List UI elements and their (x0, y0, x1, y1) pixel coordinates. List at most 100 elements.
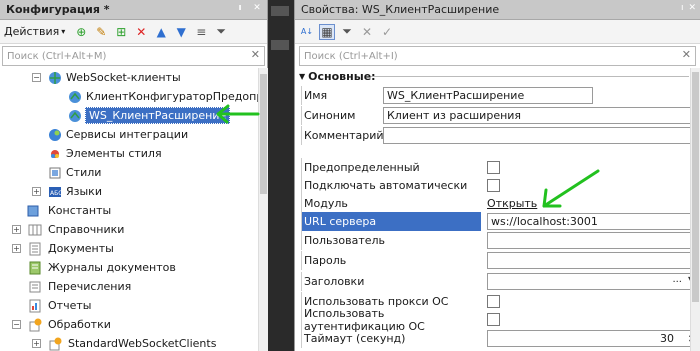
tree-item-document-journals[interactable]: Журналы документов (0, 258, 258, 277)
dataprocessors-icon (28, 318, 42, 332)
background-strip (268, 0, 294, 351)
move-down-icon[interactable]: ▼ (173, 24, 189, 40)
use-os-proxy-checkbox[interactable] (487, 295, 500, 308)
actions-label: Действия (4, 25, 60, 38)
name-field[interactable]: WS_КлиентРасширение (383, 87, 593, 104)
property-use-os-auth: Использовать аутентификацию ОС (301, 307, 697, 333)
move-up-icon[interactable]: ▲ (153, 24, 169, 40)
tree-item-enumerations[interactable]: Перечисления (0, 277, 258, 296)
websocket-client-icon (68, 90, 82, 104)
close-icon[interactable]: ✕ (688, 3, 696, 13)
dataprocessor-item-icon (48, 337, 62, 351)
search-placeholder: Поиск (Ctrl+Alt+M) (7, 50, 107, 62)
close-icon[interactable]: ✕ (251, 3, 263, 13)
documents-icon (28, 242, 42, 256)
predefined-checkbox[interactable] (487, 161, 500, 174)
expand-icon[interactable]: + (12, 244, 21, 253)
user-field[interactable] (487, 232, 697, 249)
add-icon[interactable]: ⊕ (73, 24, 89, 40)
tree-item-catalogs[interactable]: + Справочники (0, 220, 258, 239)
property-label: Пароль (301, 251, 481, 270)
use-os-auth-checkbox[interactable] (487, 313, 500, 326)
tree-item-label: Языки (66, 185, 102, 198)
sort-alphabetically-icon[interactable]: A↓ (299, 24, 315, 40)
copy-icon[interactable]: ⊞ (113, 24, 129, 40)
headers-field[interactable]: ... ▾ (487, 273, 697, 290)
tree-item-label: Сервисы интеграции (66, 128, 189, 141)
expand-icon[interactable]: + (32, 187, 41, 196)
properties-scrollbar[interactable] (690, 68, 700, 351)
section-collapse-icon[interactable]: ▼ (299, 72, 305, 81)
delete-icon[interactable]: ✕ (133, 24, 149, 40)
properties-toolbar: A↓ ▦ ⏷ ✕ ✓ (295, 20, 700, 44)
filter-icon[interactable]: ⏷ (213, 24, 229, 40)
configuration-tree: − WebSocket-клиенты КлиентКонфигураторПр… (0, 68, 258, 351)
actions-menu-button[interactable]: Действия ▾ (4, 25, 65, 38)
dropdown-arrow-icon: ▾ (61, 27, 66, 36)
headers-select-button[interactable]: ... (672, 274, 682, 285)
journals-icon (28, 261, 42, 275)
configuration-panel: Конфигурация * ı ✕ Действия ▾ ⊕ ✎ ⊞ ✕ ▲ … (0, 0, 268, 351)
synonym-value: Клиент из расширения (387, 109, 522, 122)
clear-search-icon[interactable]: ✕ (682, 48, 691, 61)
tree-item-label: StandardWebSocketClients (68, 337, 217, 350)
pin-icon[interactable]: ı (681, 3, 684, 13)
tree-item-label: Перечисления (48, 280, 132, 293)
configuration-title-bar: Конфигурация * ı ✕ (0, 0, 267, 20)
reports-icon (28, 299, 42, 313)
tree-item-ws-client-extension[interactable]: WS_КлиентРасширение (0, 106, 258, 125)
tree-item-integration-services[interactable]: Сервисы интеграции (0, 125, 258, 144)
collapse-icon[interactable]: − (32, 73, 41, 82)
configuration-title: Конфигурация * (6, 3, 110, 16)
comment-field[interactable] (383, 127, 695, 144)
password-field[interactable] (487, 252, 697, 269)
configuration-search-input[interactable]: Поиск (Ctrl+Alt+M) ✕ (2, 46, 265, 66)
expand-icon[interactable]: + (12, 225, 21, 234)
autoconnect-checkbox[interactable] (487, 179, 500, 192)
clear-search-icon[interactable]: ✕ (251, 48, 260, 61)
tree-item-documents[interactable]: + Документы (0, 239, 258, 258)
tree-item-styles[interactable]: Стили (0, 163, 258, 182)
open-module-link[interactable]: Открыть (487, 194, 537, 213)
property-label: Пользователь (301, 231, 481, 250)
tree-item-websocket-clients[interactable]: − WebSocket-клиенты (0, 68, 258, 87)
properties-search-input[interactable]: Поиск (Ctrl+Alt+I) ✕ (299, 46, 696, 66)
property-server-url: URL сервера ws://localhost:3001 (301, 212, 697, 231)
search-placeholder: Поиск (Ctrl+Alt+I) (304, 50, 398, 62)
property-name: Имя WS_КлиентРасширение (301, 86, 697, 105)
sort-icon[interactable]: ≡ (193, 24, 209, 40)
tree-item-constants[interactable]: Константы (0, 201, 258, 220)
collapse-icon[interactable]: − (12, 320, 21, 329)
edit-icon[interactable]: ✎ (93, 24, 109, 40)
tree-item-data-processors[interactable]: − Обработки (0, 315, 258, 334)
clear-icon[interactable]: ✕ (359, 24, 375, 40)
expand-icon[interactable]: + (32, 339, 41, 348)
pin-icon[interactable]: ı (234, 3, 246, 13)
tree-item-languages[interactable]: + АБС Языки (0, 182, 258, 201)
svg-text:АБС: АБС (50, 190, 62, 197)
property-user: Пользователь (301, 231, 697, 250)
tree-item-label: Стили (66, 166, 102, 179)
tree-item-label: Элементы стиля (66, 147, 162, 160)
categorized-view-icon[interactable]: ▦ (319, 23, 335, 40)
property-password: Пароль (301, 251, 697, 270)
filter-icon[interactable]: ⏷ (339, 24, 355, 40)
apply-icon[interactable]: ✓ (379, 24, 395, 40)
tree-scrollbar[interactable] (258, 68, 268, 351)
timeout-field[interactable]: 30 ▴▾ (487, 330, 697, 347)
property-timeout: Таймаут (секунд) 30 ▴▾ (301, 329, 697, 348)
section-main[interactable]: ▼ Основные: (295, 68, 689, 84)
enums-icon (28, 280, 42, 294)
synonym-field[interactable]: Клиент из расширения (383, 107, 695, 124)
tree-item-style-elements[interactable]: Элементы стиля (0, 144, 258, 163)
style-element-icon (48, 147, 62, 161)
property-comment: Комментарий (301, 126, 697, 145)
property-predefined: Предопределенный (301, 158, 697, 177)
tree-item-label: Обработки (48, 318, 111, 331)
server-url-field[interactable]: ws://localhost:3001 (487, 213, 697, 230)
tree-item-standard-websocket-clients[interactable]: + StandardWebSocketClients (0, 334, 258, 351)
property-label: Заголовки (301, 272, 481, 291)
tree-item-predefined-client[interactable]: КлиентКонфигураторПредопределе (0, 87, 258, 106)
property-module: Модуль Открыть (301, 194, 697, 213)
tree-item-reports[interactable]: Отчеты (0, 296, 258, 315)
